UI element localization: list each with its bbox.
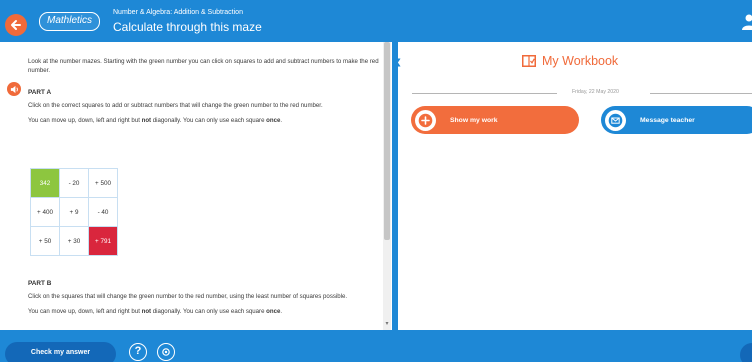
question-pane: Look at the number mazes. Starting with … [0,42,392,330]
maze-cell[interactable]: + 50 [30,226,60,256]
maze-row: + 50 + 30 + 791 [30,226,118,256]
back-button[interactable] [5,14,27,36]
maze-row: + 400 + 9 - 40 [30,197,118,227]
maze-cell[interactable]: + 400 [30,197,60,227]
rule-emphasis: not [141,307,152,315]
workbook-date: Friday, 22 May 2020 [572,89,619,95]
scroll-down-arrow-icon[interactable]: ▾ [384,320,390,328]
page-title: Calculate through this maze [113,20,262,34]
question-intro: Look at the number mazes. Starting with … [28,58,379,74]
part-b-section: PART B Click on the squares that will ch… [28,280,380,316]
rule-emphasis: once [266,307,281,315]
envelope-icon [605,109,626,131]
topic-subtitle: Number & Algebra: Addition & Subtraction [113,9,243,16]
message-teacher-button[interactable]: Message teacher [601,106,752,134]
maze-row: 342 - 20 + 500 [30,168,118,198]
user-icon[interactable] [742,14,752,30]
audio-icon[interactable] [157,343,175,361]
show-my-work-button[interactable]: Show my work [411,106,579,134]
number-maze-grid: 342 - 20 + 500 + 400 + 9 - 40 + 50 + 30 … [30,168,118,256]
check-my-answer-button[interactable]: Check my answer [5,342,116,362]
plus-icon [415,109,436,131]
show-my-work-label: Show my work [450,116,498,124]
divider-line [650,93,752,94]
rule-emphasis: once [266,116,281,124]
maze-cell[interactable]: + 9 [59,197,89,227]
rule-text: You can move up, down, left and right bu… [28,116,142,124]
double-chevron-left-icon[interactable]: ‹‹ [392,52,402,72]
help-icon[interactable]: ? [129,343,147,361]
header-bar: Mathletics Number & Algebra: Addition & … [0,0,752,42]
question-scrollbar[interactable]: ▾ [383,42,391,330]
read-aloud-button[interactable] [7,82,21,96]
date-divider: Friday, 22 May 2020 [412,88,752,98]
maze-cell[interactable]: + 500 [88,168,118,198]
part-b-heading: PART B [28,280,52,287]
maze-cell[interactable]: - 40 [88,197,118,227]
scrollbar-thumb[interactable] [384,42,390,240]
workbook-icon [522,55,536,67]
divider-line [412,93,557,94]
question-content: Look at the number mazes. Starting with … [28,58,380,125]
rule-text: . [280,116,283,124]
rule-text: . [280,307,283,315]
maze-cell[interactable]: - 20 [59,168,89,198]
maze-cell[interactable]: + 30 [59,226,89,256]
maze-cell-target[interactable]: + 791 [88,226,118,256]
rule-emphasis: not [141,116,152,124]
rule-text: You can move up, down, left and right bu… [28,307,142,315]
footer-bar: Check my answer ? [0,330,752,362]
part-a-rule: You can move up, down, left and right bu… [28,117,380,126]
brand-logo: Mathletics [39,12,101,31]
maze-cell-start[interactable]: 342 [30,168,60,198]
part-a-heading: PART A [28,89,52,96]
message-teacher-label: Message teacher [640,116,695,124]
rule-text: diagonally. You can only use each square [151,307,267,315]
workbook-pane: ‹‹ My Workbook Friday, 22 May 2020 Show … [392,42,752,330]
part-b-instruction: Click on the squares that will change th… [28,293,348,300]
corner-button[interactable] [740,343,752,362]
rule-text: diagonally. You can only use each square [151,116,267,124]
workbook-title: My Workbook [542,54,619,68]
speaker-icon [10,85,18,93]
workbook-header: My Workbook [522,54,618,68]
back-arrow-icon [11,20,21,30]
part-a-instruction: Click on the correct squares to add or s… [28,102,323,109]
app: Mathletics Number & Algebra: Addition & … [0,0,752,362]
part-b-rule: You can move up, down, left and right bu… [28,308,380,317]
